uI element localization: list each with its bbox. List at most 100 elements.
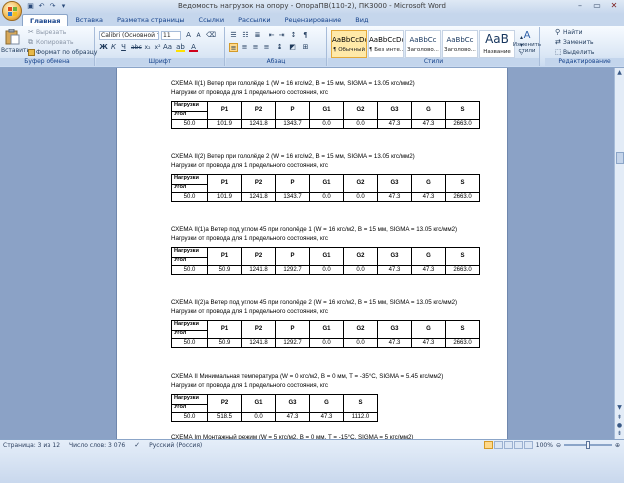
tab-2[interactable]: Разметка страницы [110,14,192,26]
loads-header-label: Нагрузки [174,175,199,181]
font-size-combo[interactable]: 11 [161,31,181,40]
table-cell: 0.0 [309,119,344,129]
bullets-icon[interactable]: ☰ [229,31,238,40]
table-cell: 50.9 [207,265,242,275]
borders-icon[interactable]: ⊞ [301,43,310,52]
tab-0[interactable]: Главная [22,14,69,26]
column-header: S [445,174,480,193]
print-layout-icon[interactable] [483,441,493,449]
table-cell: 0.0 [343,192,378,202]
multilevel-list-icon[interactable]: ≣ [253,31,262,40]
word-count[interactable]: Число слов: 3 076 [69,442,125,449]
show-marks-icon[interactable]: ¶ [301,31,310,40]
font-name-combo[interactable]: Calibri (Основной те [99,31,159,40]
shading-icon[interactable]: ◩ [288,43,297,52]
document-page[interactable]: СХЕМА II(1) Ветер при гололёде 1 (W = 16… [116,68,508,439]
strikethrough-button[interactable]: abc [131,43,142,52]
replace-button[interactable]: ⇄ Заменить [555,39,594,47]
paste-label: Вставить [1,47,31,54]
style-name: Название [483,49,511,55]
table-cell: 50.0 [171,412,208,422]
style-item-1[interactable]: AaBbCcDc ¶ Без инте... [368,30,404,58]
format-painter-button[interactable]: Формат по образцу [28,49,97,56]
table-cell: 50.0 [171,338,208,348]
zoom-out-icon[interactable]: ⊖ [556,442,561,449]
paste-button[interactable]: Вставить [1,28,31,54]
table-cell: 50.0 [171,192,208,202]
tab-6[interactable]: Вид [348,14,375,26]
change-styles-button[interactable]: A Изменить стили [512,30,542,54]
column-header: G [411,247,446,266]
prev-page-icon[interactable]: ⇞ [615,414,624,421]
column-header: S [343,394,378,413]
scroll-thumb[interactable] [616,152,624,164]
select-browse-object-icon[interactable]: ● [615,422,624,429]
column-header: G2 [343,320,378,339]
select-button[interactable]: ⬚ Выделить [555,49,594,57]
web-layout-icon[interactable] [503,441,513,449]
style-item-3[interactable]: AaBbCc Заголово... [442,30,478,58]
copy-button[interactable]: ⧉ Копировать [28,39,73,47]
grow-font-icon[interactable]: A [184,31,193,40]
editing-group-label: Редактирование [545,58,624,66]
clear-format-icon[interactable]: ⌫ [206,31,216,40]
style-item-2[interactable]: AaBbCc Заголово... [405,30,441,58]
corner-header-cell: Нагрузки Угол [171,101,208,120]
style-item-0[interactable]: AaBbCcDc ¶ Обычный [331,30,367,58]
page-count[interactable]: Страница: 3 из 12 [3,442,60,449]
minimize-button[interactable]: – [572,1,588,12]
office-button[interactable] [2,1,22,21]
tab-1[interactable]: Вставка [68,14,110,26]
next-page-icon[interactable]: ⇟ [615,430,624,437]
find-button[interactable]: ⚲ Найти [555,29,582,37]
cut-button[interactable]: ✂ Вырезать [28,29,66,37]
shrink-font-icon[interactable]: A [194,31,203,40]
outline-icon[interactable] [513,441,523,449]
increase-indent-icon[interactable]: ⇥ [277,31,286,40]
table-cell: 47.3 [377,119,412,129]
table-cell: 47.3 [377,338,412,348]
spellcheck-icon[interactable]: ✓ [134,441,140,449]
change-case-button[interactable]: Aa [163,43,172,52]
scroll-up-icon[interactable]: ▲ [615,69,624,76]
tab-3[interactable]: Ссылки [192,14,232,26]
italic-button[interactable]: К [109,43,118,52]
numbering-icon[interactable]: ☷ [241,31,250,40]
draft-icon[interactable] [523,441,533,449]
zoom-slider[interactable] [563,441,612,449]
bold-button[interactable]: Ж [99,43,108,52]
vertical-scrollbar[interactable]: ▲ ▼ ⇞ ● ⇟ [614,68,624,439]
align-right-icon[interactable]: ≡ [251,43,260,52]
maximize-button[interactable]: ▭ [589,1,605,12]
decrease-indent-icon[interactable]: ⇤ [267,31,276,40]
paragraph-group: ☰ ☷ ≣ ⇤ ⇥ ↕ ¶ ≡ ≡ ≡ ≡ ↨ ◩ ⊞ Абзац [226,27,327,66]
close-button[interactable]: ✕ [606,1,622,12]
tab-5[interactable]: Рецензирование [278,14,349,26]
underline-button[interactable]: Ч [119,43,128,52]
language-indicator[interactable]: Русский (Россия) [149,442,202,449]
zoom-level[interactable]: 100% [536,442,553,449]
ribbon-tabs: Главная Вставка Разметка страницы Ссылки Рас… [0,14,624,26]
align-center-icon[interactable]: ≡ [240,43,249,52]
clipboard-group: Вставить ✂ Вырезать ⧉ Копировать Формат … [0,27,97,66]
full-screen-reading-icon[interactable] [493,441,503,449]
align-left-icon[interactable]: ≡ [229,43,238,52]
table-cell: 47.3 [411,265,446,275]
tab-4[interactable]: Рассылки [231,14,278,26]
style-item-4[interactable]: AaB Название [479,30,515,58]
sort-icon[interactable]: ↕ [289,31,298,40]
zoom-in-icon[interactable]: ⊕ [615,442,620,449]
scroll-down-icon[interactable]: ▼ [615,404,624,411]
justify-icon[interactable]: ≡ [262,43,271,52]
loads-table: Нагрузки Угол P1 P2 P G1 G2 G3 G S 50.0 50.9 1241.8 1… [171,247,480,275]
table-cell: 2663.0 [445,192,480,202]
highlight-color-icon[interactable]: ab [176,43,185,52]
zoom-slider-knob[interactable] [585,441,590,449]
line-spacing-icon[interactable]: ↨ [275,43,284,52]
superscript-button[interactable]: x² [153,43,162,52]
table-cell: 47.3 [377,192,412,202]
angle-header-label: Угол [172,184,207,191]
schema-subheading: Нагрузки от провода для 1 предельного со… [171,381,328,389]
subscript-button[interactable]: x₂ [143,43,152,52]
font-color-icon[interactable]: A [189,43,198,52]
